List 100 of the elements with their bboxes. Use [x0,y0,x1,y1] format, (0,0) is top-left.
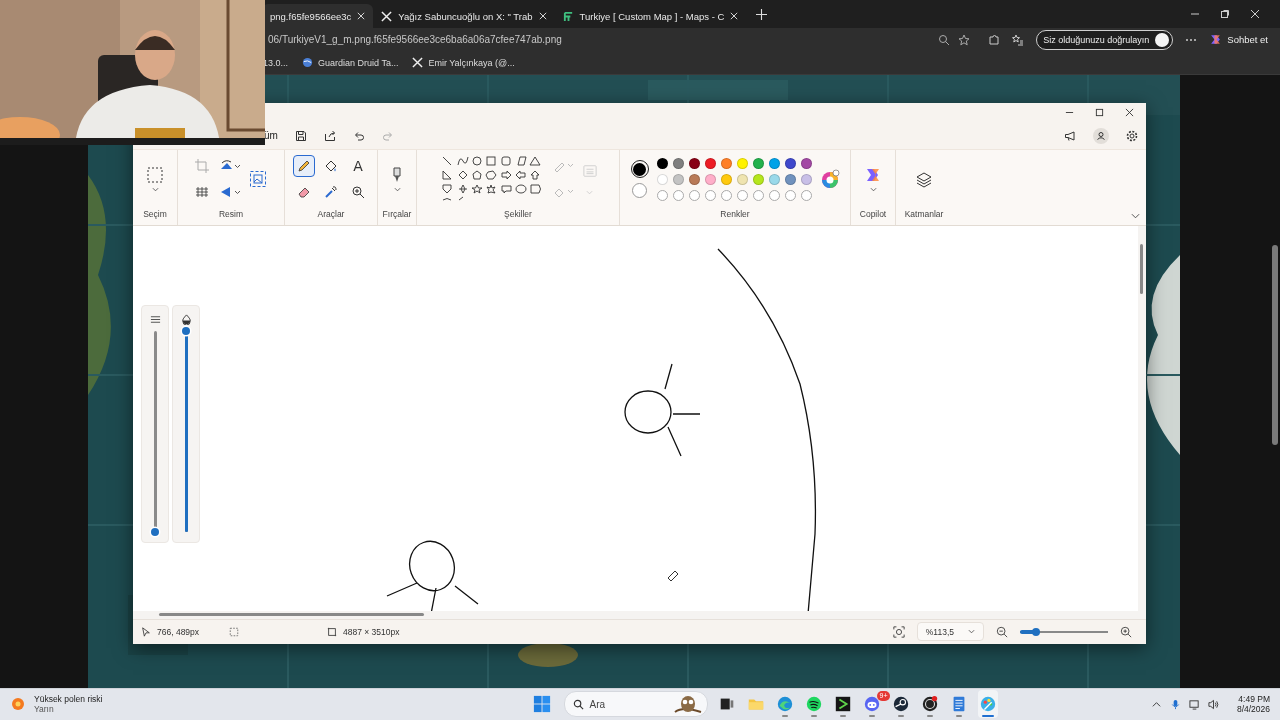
verify-button[interactable]: Siz olduğunuzu doğrulayın [1036,29,1174,50]
color-swatch[interactable] [656,157,668,169]
group-label: Katmanlar [904,208,944,221]
color-swatch[interactable] [800,157,812,169]
close-icon[interactable] [1125,108,1134,118]
color-swatch[interactable] [768,173,780,185]
selection-icon [229,626,239,637]
maximize-icon[interactable] [1095,108,1104,118]
bookmark-link[interactable]: Emir Yalçınkaya (@... [428,57,515,68]
scrollbar[interactable] [133,610,1146,619]
paint-app-icon[interactable] [977,690,998,719]
text-tool[interactable]: A [347,155,369,178]
image-select-icon[interactable] [249,170,267,189]
layers-icon[interactable] [915,170,933,189]
x-logo-icon [412,57,424,69]
clock-time[interactable]: 4:49 PM [1238,694,1270,705]
color-swatch[interactable] [672,157,684,169]
globe-icon [302,57,314,69]
account-icon[interactable] [1093,127,1109,144]
browser-tab[interactable]: Yağız Sabuncuoğlu on X: " Trab [373,4,555,28]
fit-screen-icon[interactable] [892,625,905,638]
color-swatch[interactable] [720,157,732,169]
save-icon[interactable] [294,129,307,142]
color-wheel-icon[interactable] [819,169,840,190]
browser-tab[interactable]: png.f65fe9566ee3c [262,4,374,28]
star-icon[interactable] [958,33,971,46]
menu-item[interactable]: üm [264,130,278,142]
color-swatch[interactable] [736,173,748,185]
color-swatch[interactable] [752,157,764,169]
copilot-chat-button[interactable]: Sohbet et [1209,33,1268,47]
color-swatch[interactable] [688,157,700,169]
bookmark-link[interactable]: 13.0... [263,57,289,68]
color-swatch[interactable] [736,157,748,169]
favorites-icon[interactable] [1012,33,1025,46]
tab-title: png.f65fe9566ee3c [270,10,352,22]
speaker-icon[interactable] [1207,698,1219,710]
color-swatch[interactable] [784,173,796,185]
new-tab-icon[interactable] [756,8,768,20]
zoom-in-icon[interactable] [1120,625,1132,638]
empty-swatch[interactable] [752,189,764,201]
zoom-dropdown[interactable]: %113,5 [916,622,984,642]
color-swatch[interactable] [672,173,684,185]
search-field[interactable]: Ara [563,691,708,718]
color-swatch[interactable] [800,173,812,185]
caret-icon[interactable] [393,187,401,193]
selection-icon[interactable] [146,166,164,185]
caret-icon [968,629,975,635]
empty-swatch[interactable] [672,189,684,201]
eyedropper-icon [324,185,338,200]
color-swatch[interactable] [704,173,716,185]
empty-swatch[interactable] [736,189,748,201]
share-icon[interactable] [323,129,336,142]
secondary-color[interactable] [632,183,647,199]
resize-icon[interactable] [195,185,209,200]
color-swatch[interactable] [656,173,668,185]
color-swatch[interactable] [720,173,732,185]
pencil-tool[interactable] [293,155,315,178]
undo-icon[interactable] [352,129,365,142]
group-label: Araçlar [317,208,345,221]
flip-icon[interactable] [219,185,241,200]
puzzle-icon[interactable] [988,33,1001,46]
address-field[interactable]: 06/TurkiyeV1_g_m.png.f65fe9566ee3ce6ba6a06a7cfee747ab.png [268,28,977,51]
color-swatch[interactable] [768,157,780,169]
color-swatch[interactable] [704,157,716,169]
site-icon [562,10,574,22]
settings-icon[interactable] [1126,129,1138,142]
chevron-icon[interactable] [1131,212,1140,219]
empty-swatch[interactable] [784,189,796,201]
scrollbar[interactable] [1138,225,1146,611]
start-icon[interactable] [532,695,551,714]
empty-swatch[interactable] [768,189,780,201]
paint-bucket-icon [324,159,338,174]
group-label: Renkler [720,208,750,221]
empty-swatch[interactable] [800,189,812,201]
empty-swatch[interactable] [704,189,716,201]
tab-title: Yağız Sabuncuoğlu on X: " Trab [398,10,533,22]
caret-icon[interactable] [869,187,877,193]
empty-swatch[interactable] [720,189,732,201]
megaphone-icon[interactable] [1064,129,1076,142]
color-swatch[interactable] [688,173,700,185]
network-icon[interactable] [1188,698,1200,710]
pencil-cursor-icon [667,570,679,582]
group-label: Şekiller [504,208,532,221]
clock-date[interactable]: 8/4/2026 [1236,704,1270,715]
empty-swatch[interactable] [656,189,668,201]
canvas-size-icon [327,626,337,637]
bookmark-link[interactable]: Guardian Druid Ta... [318,57,399,68]
zoom-out-icon[interactable] [996,625,1008,638]
weather-title[interactable]: Yüksek polen riski [34,694,103,705]
caret-icon[interactable] [151,187,159,193]
zoom-slider[interactable] [1020,630,1108,633]
color-swatch[interactable] [784,157,796,169]
weather-subtitle: Yarın [34,704,55,715]
restore-icon[interactable] [1220,9,1230,19]
browser-tab[interactable]: Turkiye [ Custom Map ] - Maps - C [554,4,747,28]
canvas-size: 4887 × 3510px [343,626,400,637]
color-swatch[interactable] [752,173,764,185]
empty-swatch[interactable] [688,189,700,201]
zoom-icon[interactable] [938,33,951,46]
microphone-icon[interactable] [1169,698,1181,710]
